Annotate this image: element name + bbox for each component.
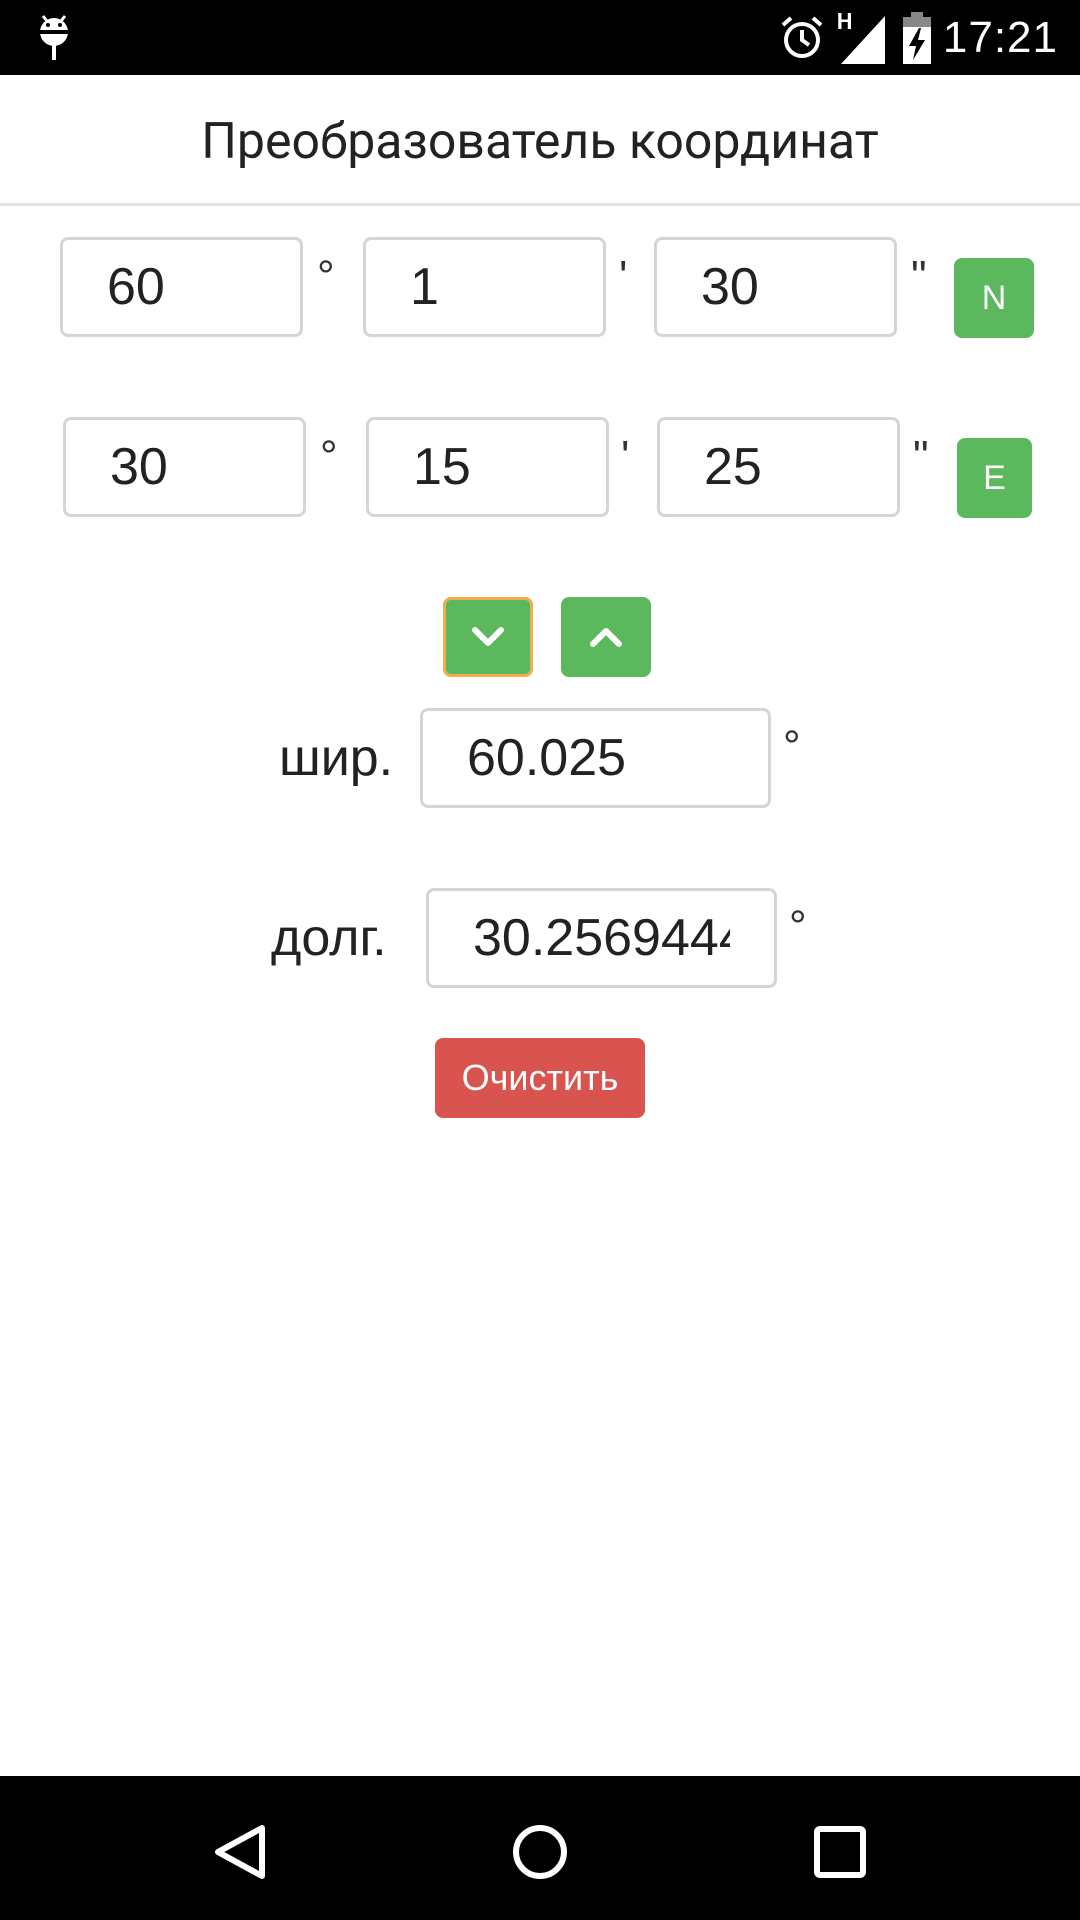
lat-decimal-label: шир. — [279, 729, 394, 787]
lat-degree-symbol: ° — [317, 252, 335, 301]
clear-button[interactable]: Очистить — [435, 1038, 645, 1118]
lon-minute-symbol: ' — [621, 432, 630, 481]
lat-minutes-input[interactable] — [363, 237, 606, 337]
convert-down-button[interactable] — [443, 597, 533, 677]
lon-degree-symbol: ° — [320, 432, 338, 481]
lon-decimal-degree-symbol: ° — [789, 902, 807, 951]
recents-icon — [814, 1826, 866, 1878]
clock: 17:21 — [942, 12, 1058, 62]
lat-minute-symbol: ' — [619, 252, 628, 301]
battery-charging-icon — [902, 11, 931, 64]
lat-degrees-input[interactable] — [60, 237, 303, 337]
lat-decimal-input[interactable] — [420, 708, 771, 808]
page-title: Преобразователь координат — [201, 113, 879, 171]
alarm-icon — [781, 15, 823, 58]
lat-decimal-degree-symbol: ° — [783, 722, 801, 771]
lon-decimal-input[interactable] — [426, 888, 777, 988]
lat-second-symbol: " — [911, 252, 927, 301]
navigation-bar — [0, 1776, 1080, 1920]
status-bar: H 17:21 — [0, 0, 1080, 75]
chevron-down-icon — [472, 627, 504, 646]
lon-hemisphere-toggle[interactable]: E — [957, 438, 1032, 518]
lon-decimal-label: долг. — [271, 909, 387, 967]
lon-seconds-input[interactable] — [657, 417, 900, 517]
lon-degrees-input[interactable] — [63, 417, 306, 517]
recents-button[interactable] — [800, 1812, 880, 1892]
lat-seconds-input[interactable] — [654, 237, 897, 337]
lon-second-symbol: " — [913, 432, 929, 481]
home-button[interactable] — [500, 1812, 580, 1892]
back-icon — [215, 1825, 265, 1879]
lat-hemisphere-toggle[interactable]: N — [954, 258, 1034, 338]
android-debug-icon — [40, 15, 68, 60]
convert-up-button[interactable] — [561, 597, 651, 677]
back-button[interactable] — [200, 1812, 280, 1892]
lon-minutes-input[interactable] — [366, 417, 609, 517]
home-icon — [513, 1825, 567, 1879]
chevron-up-icon — [590, 628, 622, 647]
signal-icon: H — [835, 8, 891, 68]
app-header: Преобразователь координат — [0, 75, 1080, 206]
